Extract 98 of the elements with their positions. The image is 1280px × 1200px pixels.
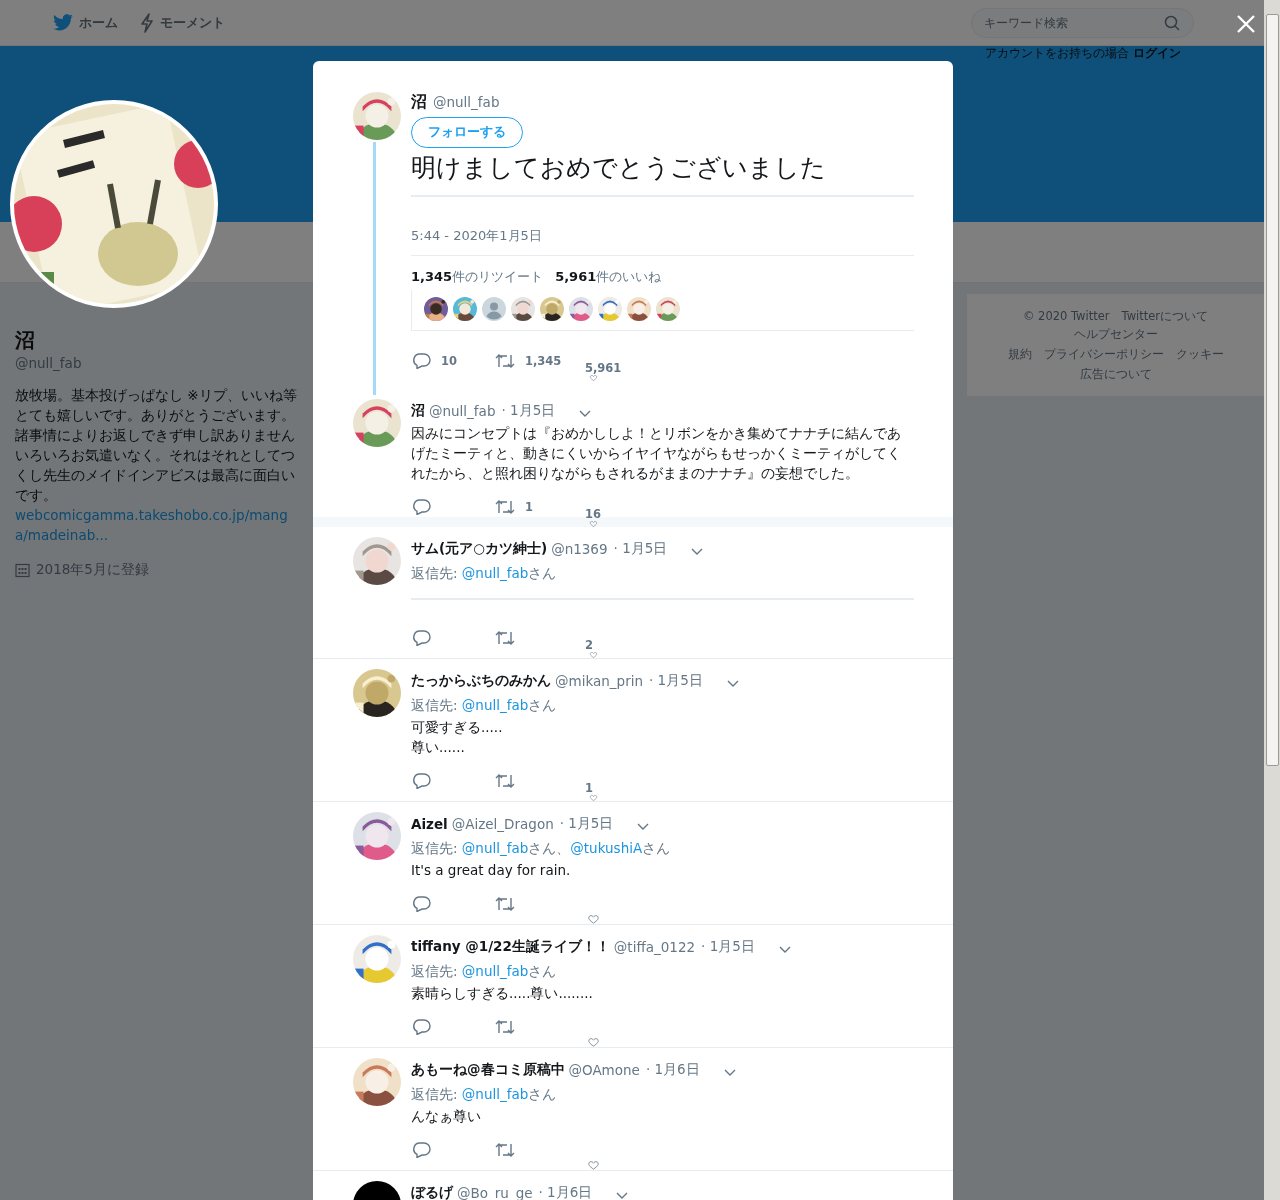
join-date: 2018年5月に登録 <box>36 561 149 579</box>
footer-link[interactable]: 規約 <box>1007 346 1032 362</box>
mention-link[interactable]: @tukushiA <box>570 840 643 856</box>
reply-to-line: 返信先: @null_fabさん <box>411 1085 558 1104</box>
follow-button[interactable]: フォローする <box>411 117 523 148</box>
tweet-date: · 1月5日 <box>613 540 668 558</box>
profile-name: 沼 <box>15 327 36 353</box>
tweet-timestamp: 5:44 - 2020年1月5日 <box>411 227 914 256</box>
tweet-date: · 1月6日 <box>538 1184 593 1200</box>
chevron-icon[interactable] <box>691 548 704 556</box>
author-handle: @n1369 <box>551 541 608 557</box>
reply-text: 因みにコンセプトは『おめかししよ！とリボンをかき集めてナナチに結んであげたミーティと、動きにくいからイヤイヤながらもせっかくミーティがしてくれたから、と照れ困りながらもされるがままのナナチ』の妄想でした。 <box>411 424 902 483</box>
reply-to-line: 返信先: @null_fabさん <box>411 962 558 981</box>
search-field[interactable]: キーワード検索 <box>971 7 1194 38</box>
chevron-icon[interactable] <box>616 1192 629 1200</box>
login-link[interactable]: ログイン <box>1133 44 1181 62</box>
mention-link[interactable]: @null_fab <box>461 963 529 979</box>
retweet-stat[interactable]: 1,345件のリツイート <box>411 268 544 286</box>
reply-icon[interactable] <box>413 630 431 646</box>
retweet-icon[interactable] <box>495 500 515 514</box>
bio-link[interactable]: webcomicgamma.takeshobo.co.jp/manga/madeinab... <box>15 505 300 545</box>
chevron-icon[interactable] <box>723 1069 736 1077</box>
chevron-icon[interactable] <box>726 680 739 688</box>
heart-icon[interactable] <box>585 1161 602 1170</box>
reply-text: It's a great day for rain. <box>411 861 572 880</box>
profile-handle: @null_fab <box>15 354 83 373</box>
like-count: 16 <box>585 507 601 521</box>
retweet-icon[interactable] <box>495 1143 515 1157</box>
heart-icon[interactable] <box>585 1038 602 1047</box>
author-handle: @null_fab <box>433 94 500 110</box>
author-name: tiffany @1/22生誕ライブ！！ <box>411 938 610 956</box>
reply-icon[interactable] <box>413 353 431 369</box>
reply-text: んなぁ尊い <box>411 1107 482 1126</box>
copyright-text: © 2020 Twitter <box>1022 308 1110 324</box>
chevron-icon[interactable] <box>778 946 791 954</box>
like-count: 1 <box>585 781 593 795</box>
mention-link[interactable]: @null_fab <box>461 697 529 713</box>
lightning-icon <box>140 12 154 33</box>
retweet-icon[interactable] <box>495 897 515 911</box>
tweet-date: · 1月5日 <box>501 402 556 420</box>
author-handle: @OAmone <box>568 1062 640 1078</box>
reply-icon[interactable] <box>413 896 431 912</box>
login-prompt: アカウントをお持ちの場合 <box>985 44 1129 62</box>
nav-link[interactable]: モーメント <box>140 0 225 46</box>
chevron-icon[interactable] <box>637 823 650 831</box>
tweet-date: · 1月5日 <box>559 815 614 833</box>
mention-link[interactable]: @null_fab <box>461 1086 529 1102</box>
author-name: サム(元ア○カツ紳士) <box>411 540 548 558</box>
mention-link[interactable]: @null_fab <box>461 840 529 856</box>
retweet-icon[interactable] <box>495 774 515 788</box>
reply-count: 10 <box>441 354 457 368</box>
footer-link[interactable]: プライバシーポリシー <box>1043 346 1164 362</box>
mention-link[interactable]: @null_fab <box>461 565 529 581</box>
tweet-date: · 1月5日 <box>649 672 703 690</box>
reply-to-line: 返信先: @null_fabさん <box>411 696 558 715</box>
bird-icon <box>53 14 73 31</box>
reply-icon[interactable] <box>413 1142 431 1158</box>
author-handle: @Aizel_Dragon <box>451 816 554 832</box>
scrollbar[interactable] <box>1264 0 1280 1200</box>
author-handle: @tiffa_0122 <box>613 939 696 955</box>
reply-text: 素晴らしすぎる.....尊い........ <box>411 984 594 1003</box>
calendar-icon <box>15 562 30 578</box>
retweet-count: 1,345 <box>525 354 562 368</box>
nav-link[interactable]: ホーム <box>53 0 118 46</box>
reply-icon[interactable] <box>413 1019 431 1035</box>
retweet-icon[interactable] <box>495 631 515 645</box>
tweet-date: · 1月6日 <box>645 1061 700 1079</box>
footer-link[interactable]: ヘルプセンター <box>1073 326 1158 342</box>
footer-link[interactable]: Twitterについて <box>1121 308 1209 324</box>
close-icon[interactable] <box>1236 14 1256 34</box>
like-count: 5,961 <box>585 361 622 375</box>
author-name: 沼 <box>411 402 425 420</box>
profile-bio: 放牧場。基本投げっぱなし ※リプ、いいね等とても嬉しいです。ありがとうございます。諸事情によりお返しできず申し訳ありませんいろいろお気遣いなく。それはそれとしてつくし先生のメイドインアビスは最高に面白いです。 webcomicgamma.takeshobo.co.jp/manga/madeinab... <box>15 385 300 545</box>
like-stat[interactable]: 5,961件のいいね <box>555 268 662 286</box>
retweet-icon[interactable] <box>495 1020 515 1034</box>
author-name: あもーね@春コミ原稿中 <box>411 1061 565 1079</box>
author-name: ぼるげ <box>411 1184 453 1200</box>
author-name: 沼 <box>411 92 427 113</box>
reply-to-line: 返信先: @null_fabさん <box>411 564 558 583</box>
author-handle: @null_fab <box>429 403 496 419</box>
author-name: たっからぶちのみかん <box>411 672 551 690</box>
tweet-text: 明けましておめでとうございました <box>411 150 914 197</box>
reply-icon[interactable] <box>413 499 431 515</box>
footer-link[interactable]: クッキー <box>1175 346 1224 362</box>
author-handle: @mikan_prin <box>555 673 643 689</box>
retweet-count: 1 <box>525 500 533 514</box>
reply-to-line: 返信先: @null_fabさん、@tukushiAさん <box>411 839 672 858</box>
footer-link[interactable]: 広告について <box>1079 366 1152 382</box>
reply-text: 可愛すぎる..... 尊い...... <box>411 718 504 757</box>
chevron-icon[interactable] <box>579 410 592 418</box>
avatar-icon[interactable] <box>482 297 506 321</box>
reply-icon[interactable] <box>413 773 431 789</box>
tweet-date: · 1月5日 <box>701 938 755 956</box>
like-count: 2 <box>585 638 593 652</box>
heart-icon[interactable] <box>585 915 602 924</box>
author-name: Aizel <box>411 816 448 832</box>
search-icon[interactable] <box>1164 14 1180 31</box>
retweet-icon[interactable] <box>495 354 515 368</box>
